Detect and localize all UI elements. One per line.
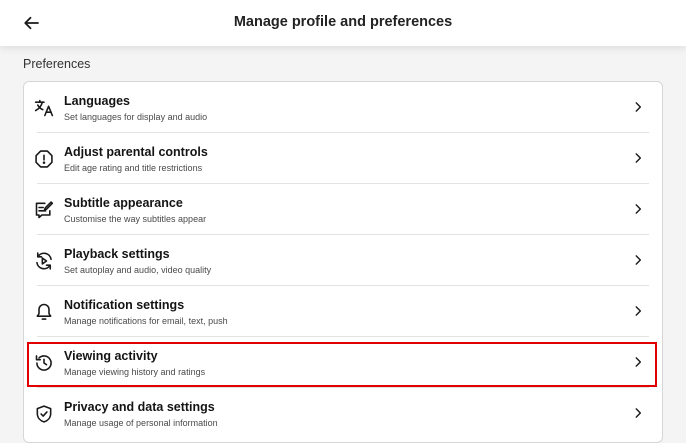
chevron-right-icon [630, 405, 646, 421]
subtitle-appearance-item[interactable]: Subtitle appearance Customise the way su… [24, 184, 662, 235]
preferences-list: Languages Set languages for display and … [23, 81, 663, 443]
item-description: Manage usage of personal information [64, 418, 218, 428]
item-description: Set autoplay and audio, video quality [64, 265, 212, 275]
item-label: Languages [64, 94, 130, 108]
chevron-right-icon [630, 303, 646, 319]
page-title: Manage profile and preferences [233, 14, 453, 30]
chevron-right-icon [630, 354, 646, 370]
item-description: Edit age rating and title restrictions [64, 163, 203, 173]
item-description: Customise the way subtitles appear [64, 214, 207, 224]
section-title: Preferences [23, 57, 91, 71]
translate-icon [33, 97, 55, 119]
chevron-right-icon [630, 252, 646, 268]
item-label: Privacy and data settings [64, 400, 215, 414]
privacy-data-settings-item[interactable]: Privacy and data settings Manage usage o… [24, 388, 662, 439]
item-description: Set languages for display and audio [64, 112, 208, 122]
chevron-right-icon [630, 201, 646, 217]
alert-octagon-icon [33, 148, 55, 170]
playback-refresh-icon [33, 250, 55, 272]
chevron-right-icon [630, 99, 646, 115]
chevron-right-icon [630, 150, 646, 166]
history-icon [33, 352, 55, 374]
top-bar: Manage profile and preferences [0, 0, 686, 46]
parental-controls-item[interactable]: Adjust parental controls Edit age rating… [24, 133, 662, 184]
item-label: Subtitle appearance [64, 196, 183, 210]
viewing-activity-item[interactable]: Viewing activity Manage viewing history … [24, 337, 662, 388]
notification-settings-item[interactable]: Notification settings Manage notificatio… [24, 286, 662, 337]
item-label: Viewing activity [64, 349, 158, 363]
subtitle-edit-icon [33, 199, 55, 221]
item-description: Manage notifications for email, text, pu… [64, 316, 228, 326]
languages-item[interactable]: Languages Set languages for display and … [24, 82, 662, 133]
item-description: Manage viewing history and ratings [64, 367, 206, 377]
item-label: Notification settings [64, 298, 185, 312]
item-label: Playback settings [64, 247, 170, 261]
playback-settings-item[interactable]: Playback settings Set autoplay and audio… [24, 235, 662, 286]
bell-icon [33, 301, 55, 323]
item-label: Adjust parental controls [64, 145, 208, 159]
